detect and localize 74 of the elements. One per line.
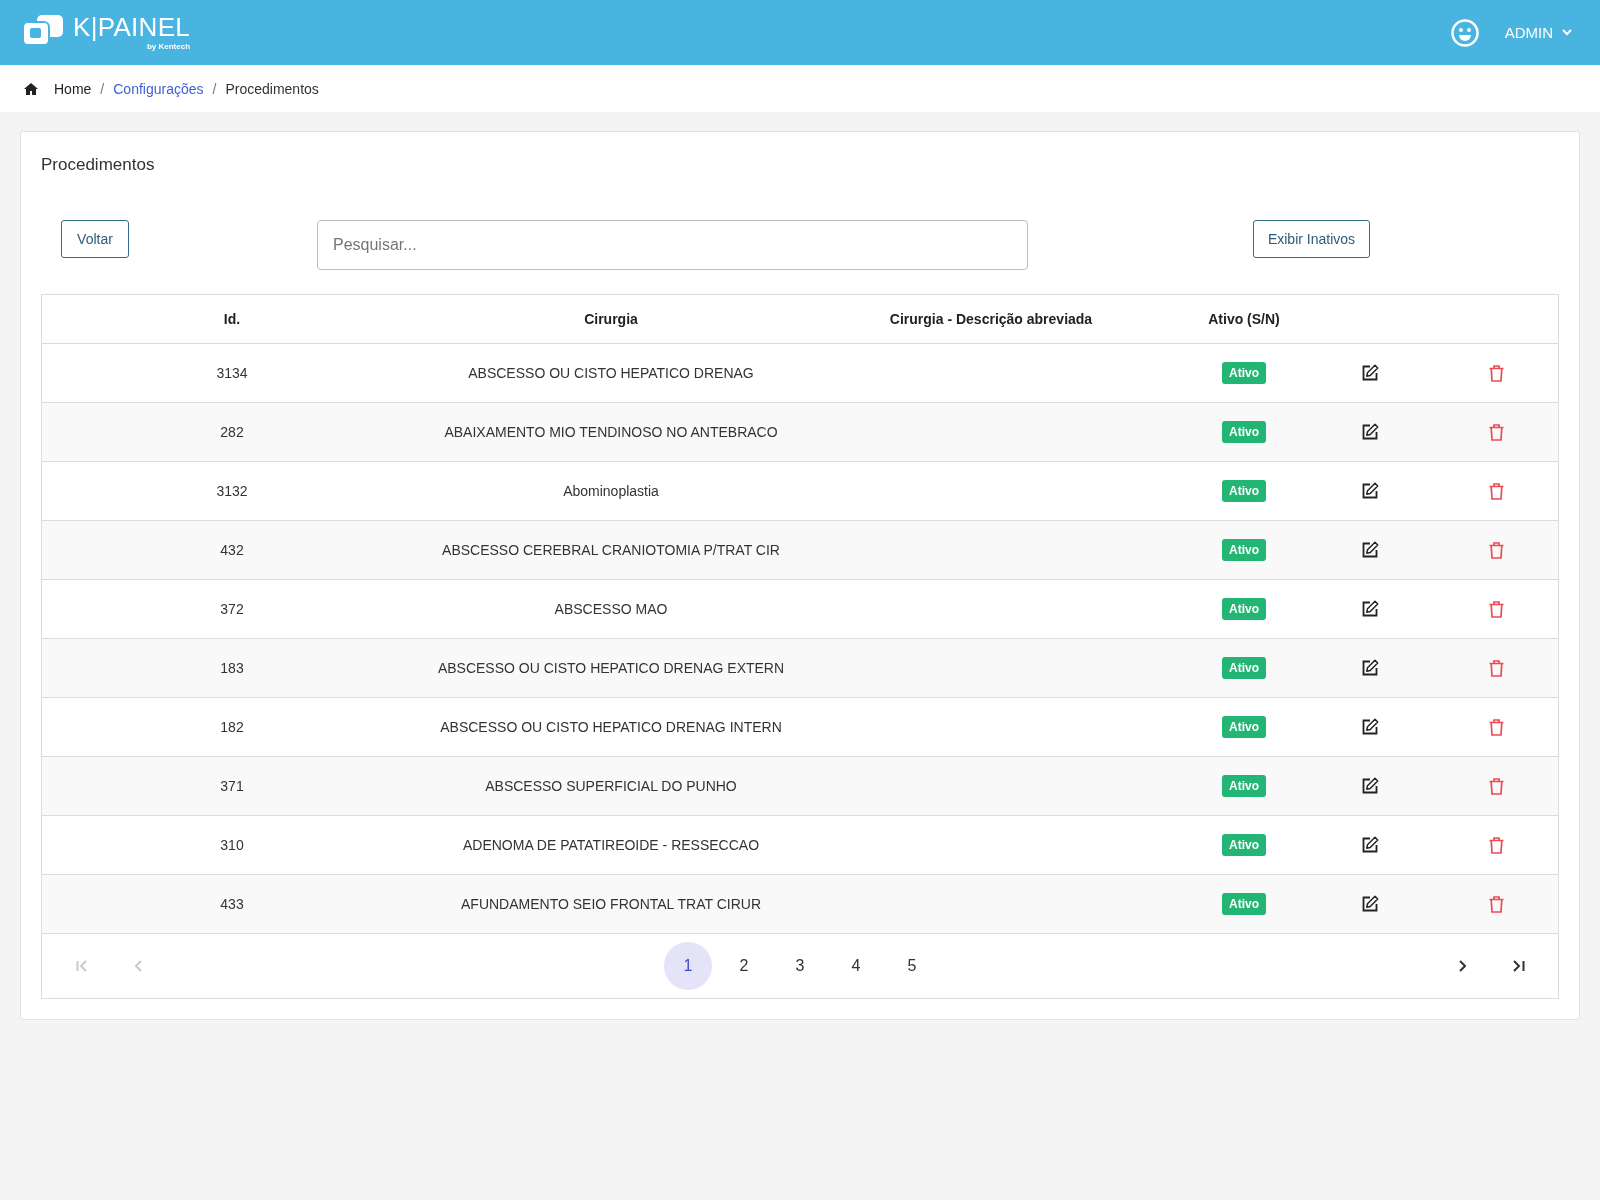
status-badge: Ativo	[1222, 598, 1266, 620]
chevron-down-icon	[1562, 29, 1572, 36]
status-badge: Ativo	[1222, 716, 1266, 738]
logo-wordmark: K|PAINEL	[73, 14, 191, 41]
logo-icon	[22, 14, 64, 46]
status-badge: Ativo	[1222, 539, 1266, 561]
breadcrumb-separator: /	[212, 80, 217, 97]
trash-icon[interactable]	[1488, 836, 1504, 854]
breadcrumb-separator: /	[100, 80, 105, 97]
page-button[interactable]: 5	[888, 942, 936, 990]
home-icon[interactable]	[24, 82, 38, 95]
table-cell: ABSCESSO MAO	[422, 579, 800, 639]
trash-icon[interactable]	[1488, 482, 1504, 500]
column-header: Id.	[42, 295, 422, 344]
page-button[interactable]: 3	[776, 942, 824, 990]
search-field[interactable]: Pesquisar...	[317, 220, 1028, 270]
status-badge: Ativo	[1222, 362, 1266, 384]
chevron-right-icon[interactable]	[1458, 960, 1466, 972]
edit-icon[interactable]	[1361, 600, 1379, 619]
trash-icon[interactable]	[1488, 541, 1504, 559]
edit-icon[interactable]	[1361, 541, 1379, 560]
table-cell: ABSCESSO CEREBRAL CRANIOTOMIA P/TRAT CIR	[422, 520, 800, 580]
trash-icon[interactable]	[1488, 718, 1504, 736]
breadcrumb-link[interactable]: Home	[54, 80, 92, 97]
back-button[interactable]: Voltar	[61, 220, 129, 258]
table-cell: 282	[42, 402, 422, 462]
edit-icon[interactable]	[1361, 895, 1379, 914]
table-cell: 432	[42, 520, 422, 580]
column-header: Cirurgia	[422, 295, 800, 344]
breadcrumb-link[interactable]: Configurações	[113, 80, 204, 97]
last-page-icon[interactable]	[1513, 960, 1525, 972]
breadcrumb-current: Procedimentos	[225, 80, 319, 97]
status-badge: Ativo	[1222, 480, 1266, 502]
table-cell: 310	[42, 815, 422, 875]
table-cell: ABSCESSO OU CISTO HEPATICO DRENAG	[422, 343, 800, 403]
edit-icon[interactable]	[1361, 364, 1379, 383]
trash-icon[interactable]	[1488, 364, 1504, 382]
logo-byline: by Kentech	[146, 42, 191, 51]
edit-icon[interactable]	[1361, 836, 1379, 855]
edit-icon[interactable]	[1361, 423, 1379, 442]
table-cell: 372	[42, 579, 422, 639]
table-cell: 3132	[42, 461, 422, 521]
table-cell: AFUNDAMENTO SEIO FRONTAL TRAT CIRUR	[422, 874, 800, 934]
column-header: Cirurgia - Descrição abreviada	[800, 295, 1182, 344]
page-button[interactable]: 1	[664, 942, 712, 990]
table-cell: 371	[42, 756, 422, 816]
table-cell: ABSCESSO OU CISTO HEPATICO DRENAG INTERN	[422, 697, 800, 757]
edit-icon[interactable]	[1361, 777, 1379, 796]
trash-icon[interactable]	[1488, 659, 1504, 677]
table-cell: 3134	[42, 343, 422, 403]
table-cell: 182	[42, 697, 422, 757]
table-cell: 183	[42, 638, 422, 698]
table-cell: ABAIXAMENTO MIO TENDINOSO NO ANTEBRACO	[422, 402, 800, 462]
table-cell: ABSCESSO SUPERFICIAL DO PUNHO	[422, 756, 800, 816]
status-badge: Ativo	[1222, 657, 1266, 679]
page-button[interactable]: 2	[720, 942, 768, 990]
edit-icon[interactable]	[1361, 659, 1379, 678]
page-title: Procedimentos	[41, 154, 155, 176]
status-badge: Ativo	[1222, 893, 1266, 915]
status-badge: Ativo	[1222, 421, 1266, 443]
table-cell: ADENOMA DE PATATIREOIDE - RESSECCAO	[422, 815, 800, 875]
column-header: Ativo (S/N)	[1182, 295, 1306, 344]
table-cell: Abominoplastia	[422, 461, 800, 521]
status-badge: Ativo	[1222, 834, 1266, 856]
trash-icon[interactable]	[1488, 777, 1504, 795]
table-cell: 433	[42, 874, 422, 934]
edit-icon[interactable]	[1361, 482, 1379, 501]
table-cell: ABSCESSO OU CISTO HEPATICO DRENAG EXTERN	[422, 638, 800, 698]
page-button[interactable]: 4	[832, 942, 880, 990]
trash-icon[interactable]	[1488, 600, 1504, 618]
status-badge: Ativo	[1222, 775, 1266, 797]
trash-icon[interactable]	[1488, 423, 1504, 441]
trash-icon[interactable]	[1488, 895, 1504, 913]
edit-icon[interactable]	[1361, 718, 1379, 737]
